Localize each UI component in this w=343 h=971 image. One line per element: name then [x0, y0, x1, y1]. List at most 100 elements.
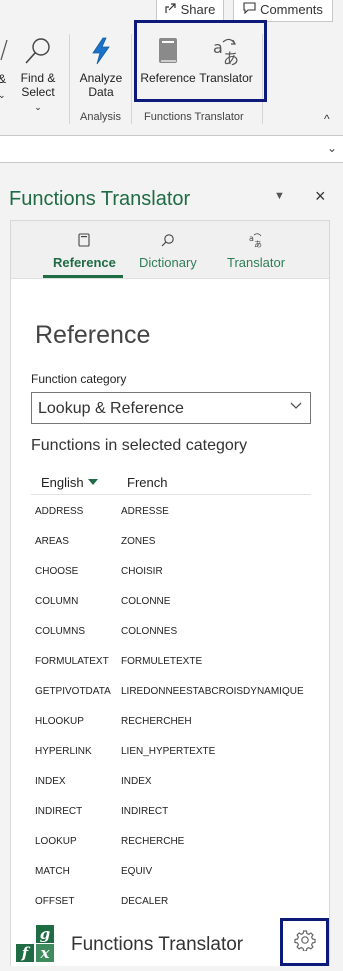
svg-text:あ: あ: [254, 240, 262, 248]
active-tab-indicator: [43, 275, 123, 278]
data-label: Data: [88, 85, 114, 99]
table-row[interactable]: MATCH EQUIV: [11, 861, 329, 891]
english-function-name: INDEX: [35, 776, 66, 787]
logo-cell: f: [16, 944, 34, 962]
translate-icon: aあ: [248, 231, 264, 249]
french-function-name: EQUIV: [121, 866, 153, 877]
english-column-label: English: [41, 475, 84, 490]
table-row[interactable]: LOOKUP RECHERCHE: [11, 831, 329, 861]
select-label-row: Select ⌄: [17, 85, 59, 114]
analyze-data-button[interactable]: Analyze Data: [77, 36, 125, 99]
comments-button[interactable]: Comments: [233, 0, 333, 22]
english-function-name: FORMULATEXT: [35, 656, 109, 667]
logo-cell: x: [36, 944, 54, 962]
close-icon[interactable]: ×: [315, 186, 326, 207]
category-value: Lookup & Reference: [38, 400, 184, 417]
formula-bar[interactable]: ⌄: [0, 135, 343, 163]
functions-heading: Functions in selected category: [31, 437, 248, 454]
addin-panel: Reference Dictionary aあ Translator Refer…: [10, 220, 330, 966]
english-function-name: INDIRECT: [35, 806, 83, 817]
gear-icon: [293, 929, 316, 956]
tab-translator[interactable]: aあ Translator: [227, 231, 285, 270]
share-button[interactable]: Share: [156, 0, 224, 22]
table-row[interactable]: ADDRESS ADRESSE: [11, 501, 329, 531]
french-function-name: LIREDONNEESTABCROISDYNAMIQUE: [121, 686, 304, 697]
french-function-name: COLONNES: [121, 626, 178, 637]
sort-filter-label: &: [0, 72, 6, 86]
logo-cell: g: [36, 925, 54, 943]
english-function-name: OFFSET: [35, 896, 75, 907]
english-function-name: COLUMN: [35, 596, 79, 607]
french-function-name: RECHERCHEH: [121, 716, 192, 727]
tab-reference[interactable]: Reference: [53, 231, 116, 270]
chevron-down-icon[interactable]: ⌄: [327, 141, 337, 155]
table-row[interactable]: GETPIVOTDATA LIREDONNEESTABCROISDYNAMIQUE: [11, 681, 329, 711]
french-column-header: French: [127, 475, 168, 490]
french-function-name: LIEN_HYPERTEXTE: [121, 746, 216, 757]
pane-footer: g f x Functions Translator: [11, 918, 329, 966]
english-function-name: AREAS: [35, 536, 69, 547]
pane-options-icon[interactable]: ▼: [274, 190, 285, 202]
book-icon: [78, 231, 90, 249]
table-row[interactable]: HLOOKUP RECHERCHEH: [11, 711, 329, 741]
tab-dictionary-label: Dictionary: [139, 255, 197, 270]
magnifier-icon: [23, 36, 53, 71]
ribbon-separator: [69, 34, 70, 124]
french-function-name: ZONES: [121, 536, 156, 547]
french-function-name: INDIRECT: [121, 806, 169, 817]
french-function-name: INDEX: [121, 776, 152, 787]
chevron-down-icon: [290, 398, 302, 414]
ribbon: Share Comments & ⌄ Find & Select ⌄ Analy…: [0, 0, 343, 128]
category-dropdown[interactable]: Lookup & Reference: [31, 392, 311, 424]
chevron-down-icon: ⌄: [34, 102, 42, 112]
select-label: Select: [21, 85, 55, 99]
analysis-group-label: Analysis: [80, 111, 121, 123]
french-function-name: FORMULETEXTE: [121, 656, 203, 667]
lightning-icon: [86, 36, 116, 71]
search-icon: [161, 231, 175, 249]
english-function-name: MATCH: [35, 866, 70, 877]
functions-group-label: Functions Translator: [144, 111, 244, 123]
table-row[interactable]: OFFSET DECALER: [11, 891, 329, 921]
footer-title: Functions Translator: [71, 934, 244, 955]
english-function-name: HLOOKUP: [35, 716, 84, 727]
functions-translator-logo: g f x: [16, 925, 56, 963]
table-row[interactable]: AREAS ZONES: [11, 531, 329, 561]
sort-dropdown-icon: [87, 479, 98, 485]
french-function-name: RECHERCHE: [121, 836, 185, 847]
find-select-button[interactable]: Find & Select ⌄: [17, 36, 59, 114]
table-row[interactable]: INDIRECT INDIRECT: [11, 801, 329, 831]
collapse-ribbon-icon[interactable]: ^: [324, 112, 330, 126]
table-row[interactable]: INDEX INDEX: [11, 771, 329, 801]
tab-dictionary[interactable]: Dictionary: [139, 231, 197, 270]
page-title: Reference: [35, 321, 151, 349]
table-row[interactable]: FORMULATEXT FORMULETEXTE: [11, 651, 329, 681]
category-label: Function category: [31, 372, 127, 386]
tab-reference-label: Reference: [53, 255, 116, 270]
functions-list: ADDRESS ADRESSE AREAS ZONES CHOOSE CHOISIR COL…: [11, 501, 329, 921]
english-function-name: COLUMNS: [35, 626, 86, 637]
table-row[interactable]: COLUMN COLONNE: [11, 591, 329, 621]
english-function-name: LOOKUP: [35, 836, 77, 847]
sort-filter-button[interactable]: & ⌄: [0, 38, 12, 100]
english-function-name: HYPERLINK: [35, 746, 92, 757]
table-row[interactable]: HYPERLINK LIEN_HYPERTEXTE: [11, 741, 329, 771]
tab-bar: Reference Dictionary aあ Translator: [11, 221, 329, 279]
share-icon: [165, 2, 177, 17]
settings-button[interactable]: [280, 918, 329, 966]
english-function-name: CHOOSE: [35, 566, 79, 577]
ribbon-highlight-box: [134, 20, 267, 102]
french-function-name: CHOISIR: [121, 566, 163, 577]
sort-filter-icon: [0, 38, 9, 69]
header-divider: [31, 494, 311, 495]
french-function-name: COLONNE: [121, 596, 171, 607]
french-function-name: ADRESSE: [121, 506, 169, 517]
share-label: Share: [180, 2, 216, 17]
table-row[interactable]: COLUMNS COLONNES: [11, 621, 329, 651]
comment-icon: [243, 2, 256, 17]
english-column-header[interactable]: English: [41, 475, 98, 490]
english-function-name: ADDRESS: [35, 506, 84, 517]
english-function-name: GETPIVOTDATA: [35, 686, 111, 697]
table-row[interactable]: CHOOSE CHOISIR: [11, 561, 329, 591]
analyze-label: Analyze: [79, 71, 123, 85]
